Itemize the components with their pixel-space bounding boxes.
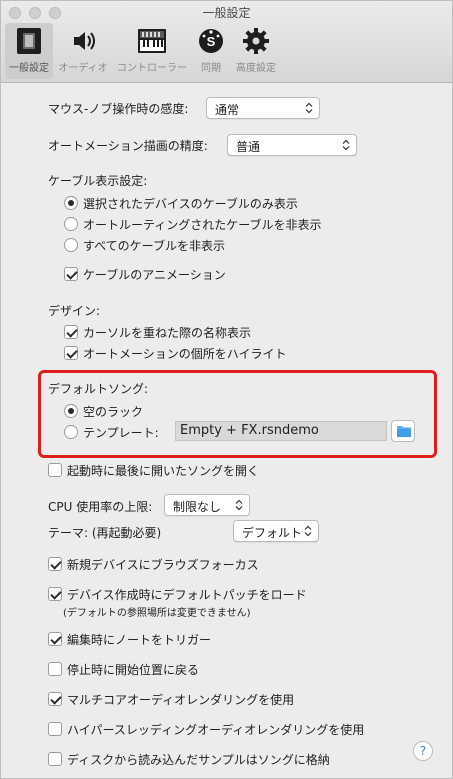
checkbox-load-default-patch[interactable]	[48, 587, 62, 601]
checkbox-multicore-rendering[interactable]	[48, 692, 62, 706]
tab-audio-label: オーディオ	[58, 63, 108, 74]
radio-template-label: テンプレート:	[83, 426, 159, 440]
tab-advanced-label: 高度設定	[236, 63, 276, 74]
checkbox-browse-focus[interactable]	[48, 557, 62, 571]
chevron-updown-icon	[304, 525, 312, 537]
checkbox-cable-animation[interactable]	[64, 267, 78, 281]
checkbox-hover-name[interactable]	[64, 325, 78, 339]
radio-hide-all-cables-label: すべてのケーブルを非表示	[83, 239, 225, 253]
checkbox-hyperthreading-rendering-label: ハイパースレッディングオーディオレンダリングを使用	[67, 723, 365, 737]
checkbox-trigger-notes[interactable]	[48, 632, 62, 646]
default-patch-note: (デフォルトの参照場所は変更できません)	[63, 608, 251, 619]
tab-audio[interactable]: オーディオ	[57, 23, 109, 79]
checkbox-trigger-notes-label: 編集時にノートをトリガー	[67, 633, 212, 647]
checkbox-highlight-automation[interactable]	[64, 346, 78, 360]
title-bar: 一般設定 一般設定 オーディオ コントローラー S 同期 高度設定	[1, 1, 452, 83]
radio-empty-rack-label: 空のラック	[83, 405, 144, 419]
checkbox-return-to-start-label: 停止時に開始位置に戻る	[67, 663, 200, 677]
sync-icon: S	[199, 29, 223, 53]
automation-precision-label: オートメーション描画の精度:	[48, 139, 208, 153]
checkbox-load-default-patch-label: デバイス作成時にデフォルトパッチをロード	[67, 588, 307, 602]
chevron-updown-icon	[305, 102, 313, 114]
checkbox-open-last-song-label: 起動時に最後に開いたソングを開く	[67, 464, 260, 478]
checkbox-multicore-rendering-label: マルチコアオーディオレンダリングを使用	[67, 693, 295, 707]
mouse-sensitivity-label: マウス-ノブ操作時の感度:	[48, 102, 189, 116]
tab-general-label: 一般設定	[9, 63, 49, 74]
radio-selected-device-cables[interactable]	[64, 196, 78, 210]
theme-select[interactable]: デフォルト	[233, 520, 319, 542]
chevron-updown-icon	[235, 499, 243, 511]
cpu-limit-select[interactable]: 制限なし	[164, 494, 250, 516]
device-icon	[17, 28, 41, 54]
theme-value: デフォルト	[242, 526, 303, 540]
folder-icon	[397, 426, 411, 437]
mouse-sensitivity-select[interactable]: 通常	[206, 97, 320, 119]
checkbox-cable-animation-label: ケーブルのアニメーション	[83, 268, 226, 282]
radio-hide-autorouted-cables[interactable]	[64, 217, 78, 231]
checkbox-highlight-automation-label: オートメーションの個所をハイライト	[83, 347, 287, 361]
tab-sync[interactable]: S 同期	[195, 23, 227, 79]
radio-hide-all-cables[interactable]	[64, 238, 78, 252]
browse-template-button[interactable]	[391, 420, 415, 442]
automation-precision-value: 普通	[236, 140, 261, 154]
template-file-field[interactable]: Empty + FX.rsndemo	[175, 421, 387, 441]
tab-general[interactable]: 一般設定	[5, 23, 53, 79]
radio-selected-device-cables-label: 選択されたデバイスのケーブルのみ表示	[83, 197, 298, 211]
checkbox-hyperthreading-rendering[interactable]	[48, 722, 62, 736]
cpu-limit-label: CPU 使用率の上限:	[48, 500, 153, 514]
chevron-updown-icon	[342, 139, 350, 151]
window-title: 一般設定	[202, 6, 251, 20]
checkbox-store-samples-in-song[interactable]	[48, 752, 62, 766]
mouse-sensitivity-value: 通常	[215, 103, 240, 117]
automation-precision-select[interactable]: 普通	[227, 134, 357, 156]
cpu-limit-value: 制限なし	[173, 500, 222, 514]
checkbox-hover-name-label: カーソルを重ねた際の名称表示	[83, 326, 252, 340]
radio-template[interactable]	[64, 425, 78, 439]
checkbox-return-to-start[interactable]	[48, 662, 62, 676]
preferences-window: 一般設定 一般設定 オーディオ コントローラー S 同期 高度設定 マウス-ノブ…	[0, 0, 453, 779]
keyboard-icon	[138, 29, 166, 53]
svg-text:S: S	[207, 34, 216, 49]
tab-controllers[interactable]: コントローラー	[115, 23, 189, 79]
gear-icon	[243, 28, 269, 54]
help-button[interactable]: ?	[413, 741, 433, 761]
cable-display-label: ケーブル表示設定:	[48, 174, 148, 188]
radio-hide-autorouted-cables-label: オートルーティングされたケーブルを非表示	[83, 218, 322, 232]
speaker-icon	[74, 32, 95, 50]
checkbox-browse-focus-label: 新規デバイスにブラウズフォーカス	[67, 558, 259, 572]
design-label: デザイン:	[48, 304, 101, 318]
tab-advanced[interactable]: 高度設定	[233, 23, 279, 79]
tab-sync-label: 同期	[201, 63, 221, 74]
theme-label: テーマ: (再起動必要)	[48, 526, 162, 540]
tab-controllers-label: コントローラー	[117, 63, 187, 74]
radio-empty-rack[interactable]	[64, 404, 78, 418]
checkbox-open-last-song[interactable]	[48, 463, 62, 477]
checkbox-store-samples-in-song-label: ディスクから読み込んだサンプルはソングに格納	[67, 753, 330, 767]
default-song-label: デフォルトソング:	[48, 382, 149, 396]
